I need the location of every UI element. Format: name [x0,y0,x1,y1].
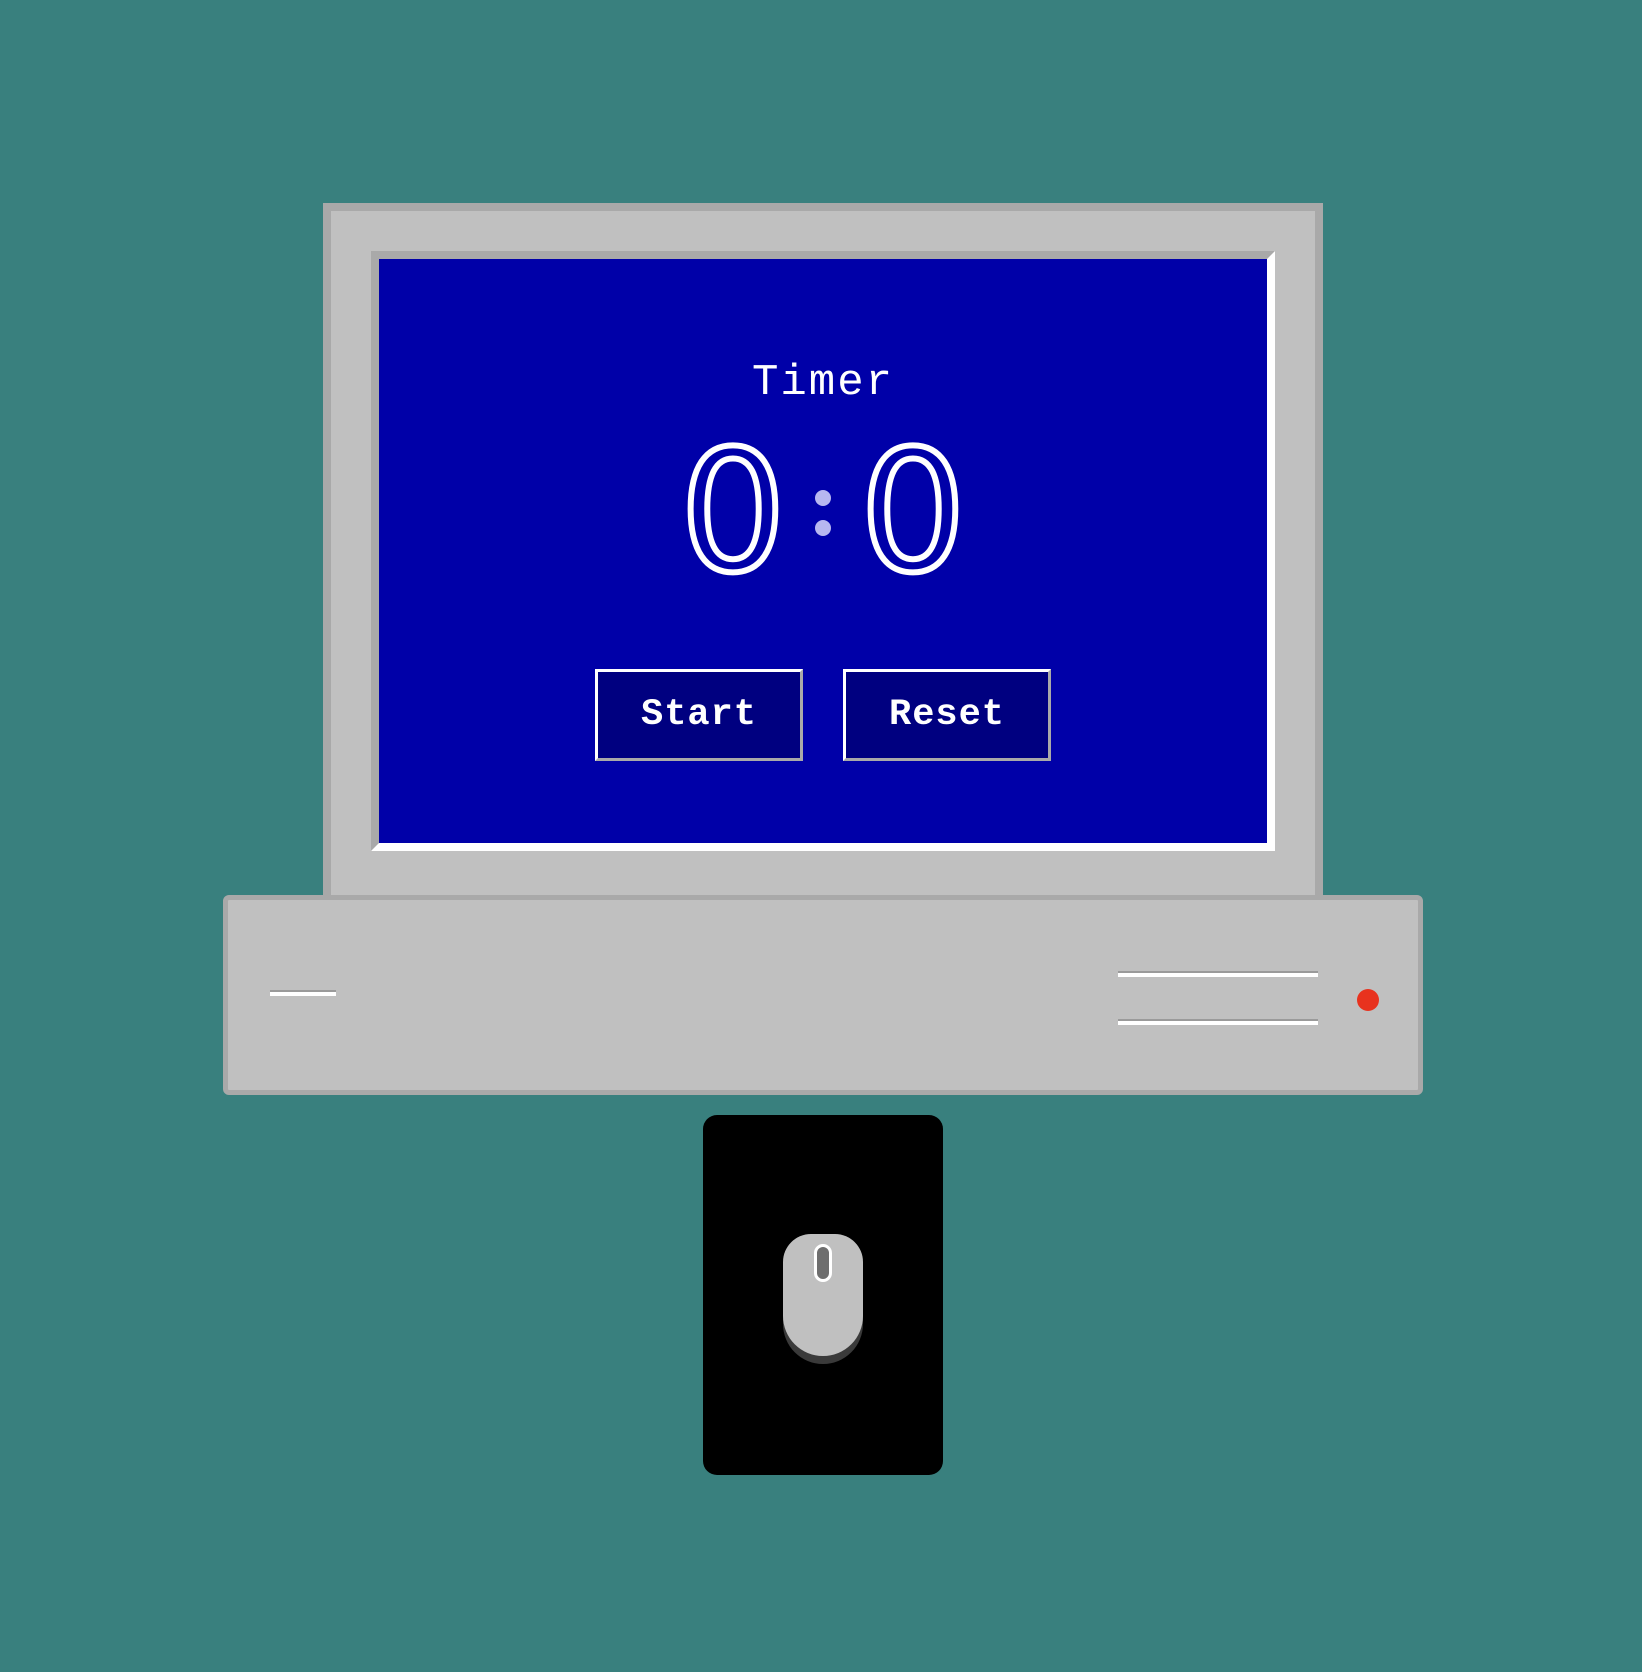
computer-base [223,895,1423,1095]
separator-dot-bottom [815,520,831,536]
separator-dot-top [815,490,831,506]
timer-minutes: 0 [677,414,790,610]
reset-button[interactable]: Reset [843,669,1051,761]
drive-slot-left [270,990,336,996]
timer-display: 0 0 [379,414,1267,610]
drive-slot-lower [1118,1019,1318,1025]
power-led-icon [1357,989,1379,1011]
timer-seconds: 0 [857,414,970,610]
timer-screen: Timer 0 0 Start Reset [371,251,1275,851]
page-title: Timer [751,358,895,408]
start-button[interactable]: Start [595,669,803,761]
timer-separator [788,482,858,542]
computer-mouse-icon [783,1234,863,1356]
drive-slot-upper [1118,971,1318,977]
mouse-wheel-icon [814,1244,832,1282]
mousepad [703,1115,943,1475]
